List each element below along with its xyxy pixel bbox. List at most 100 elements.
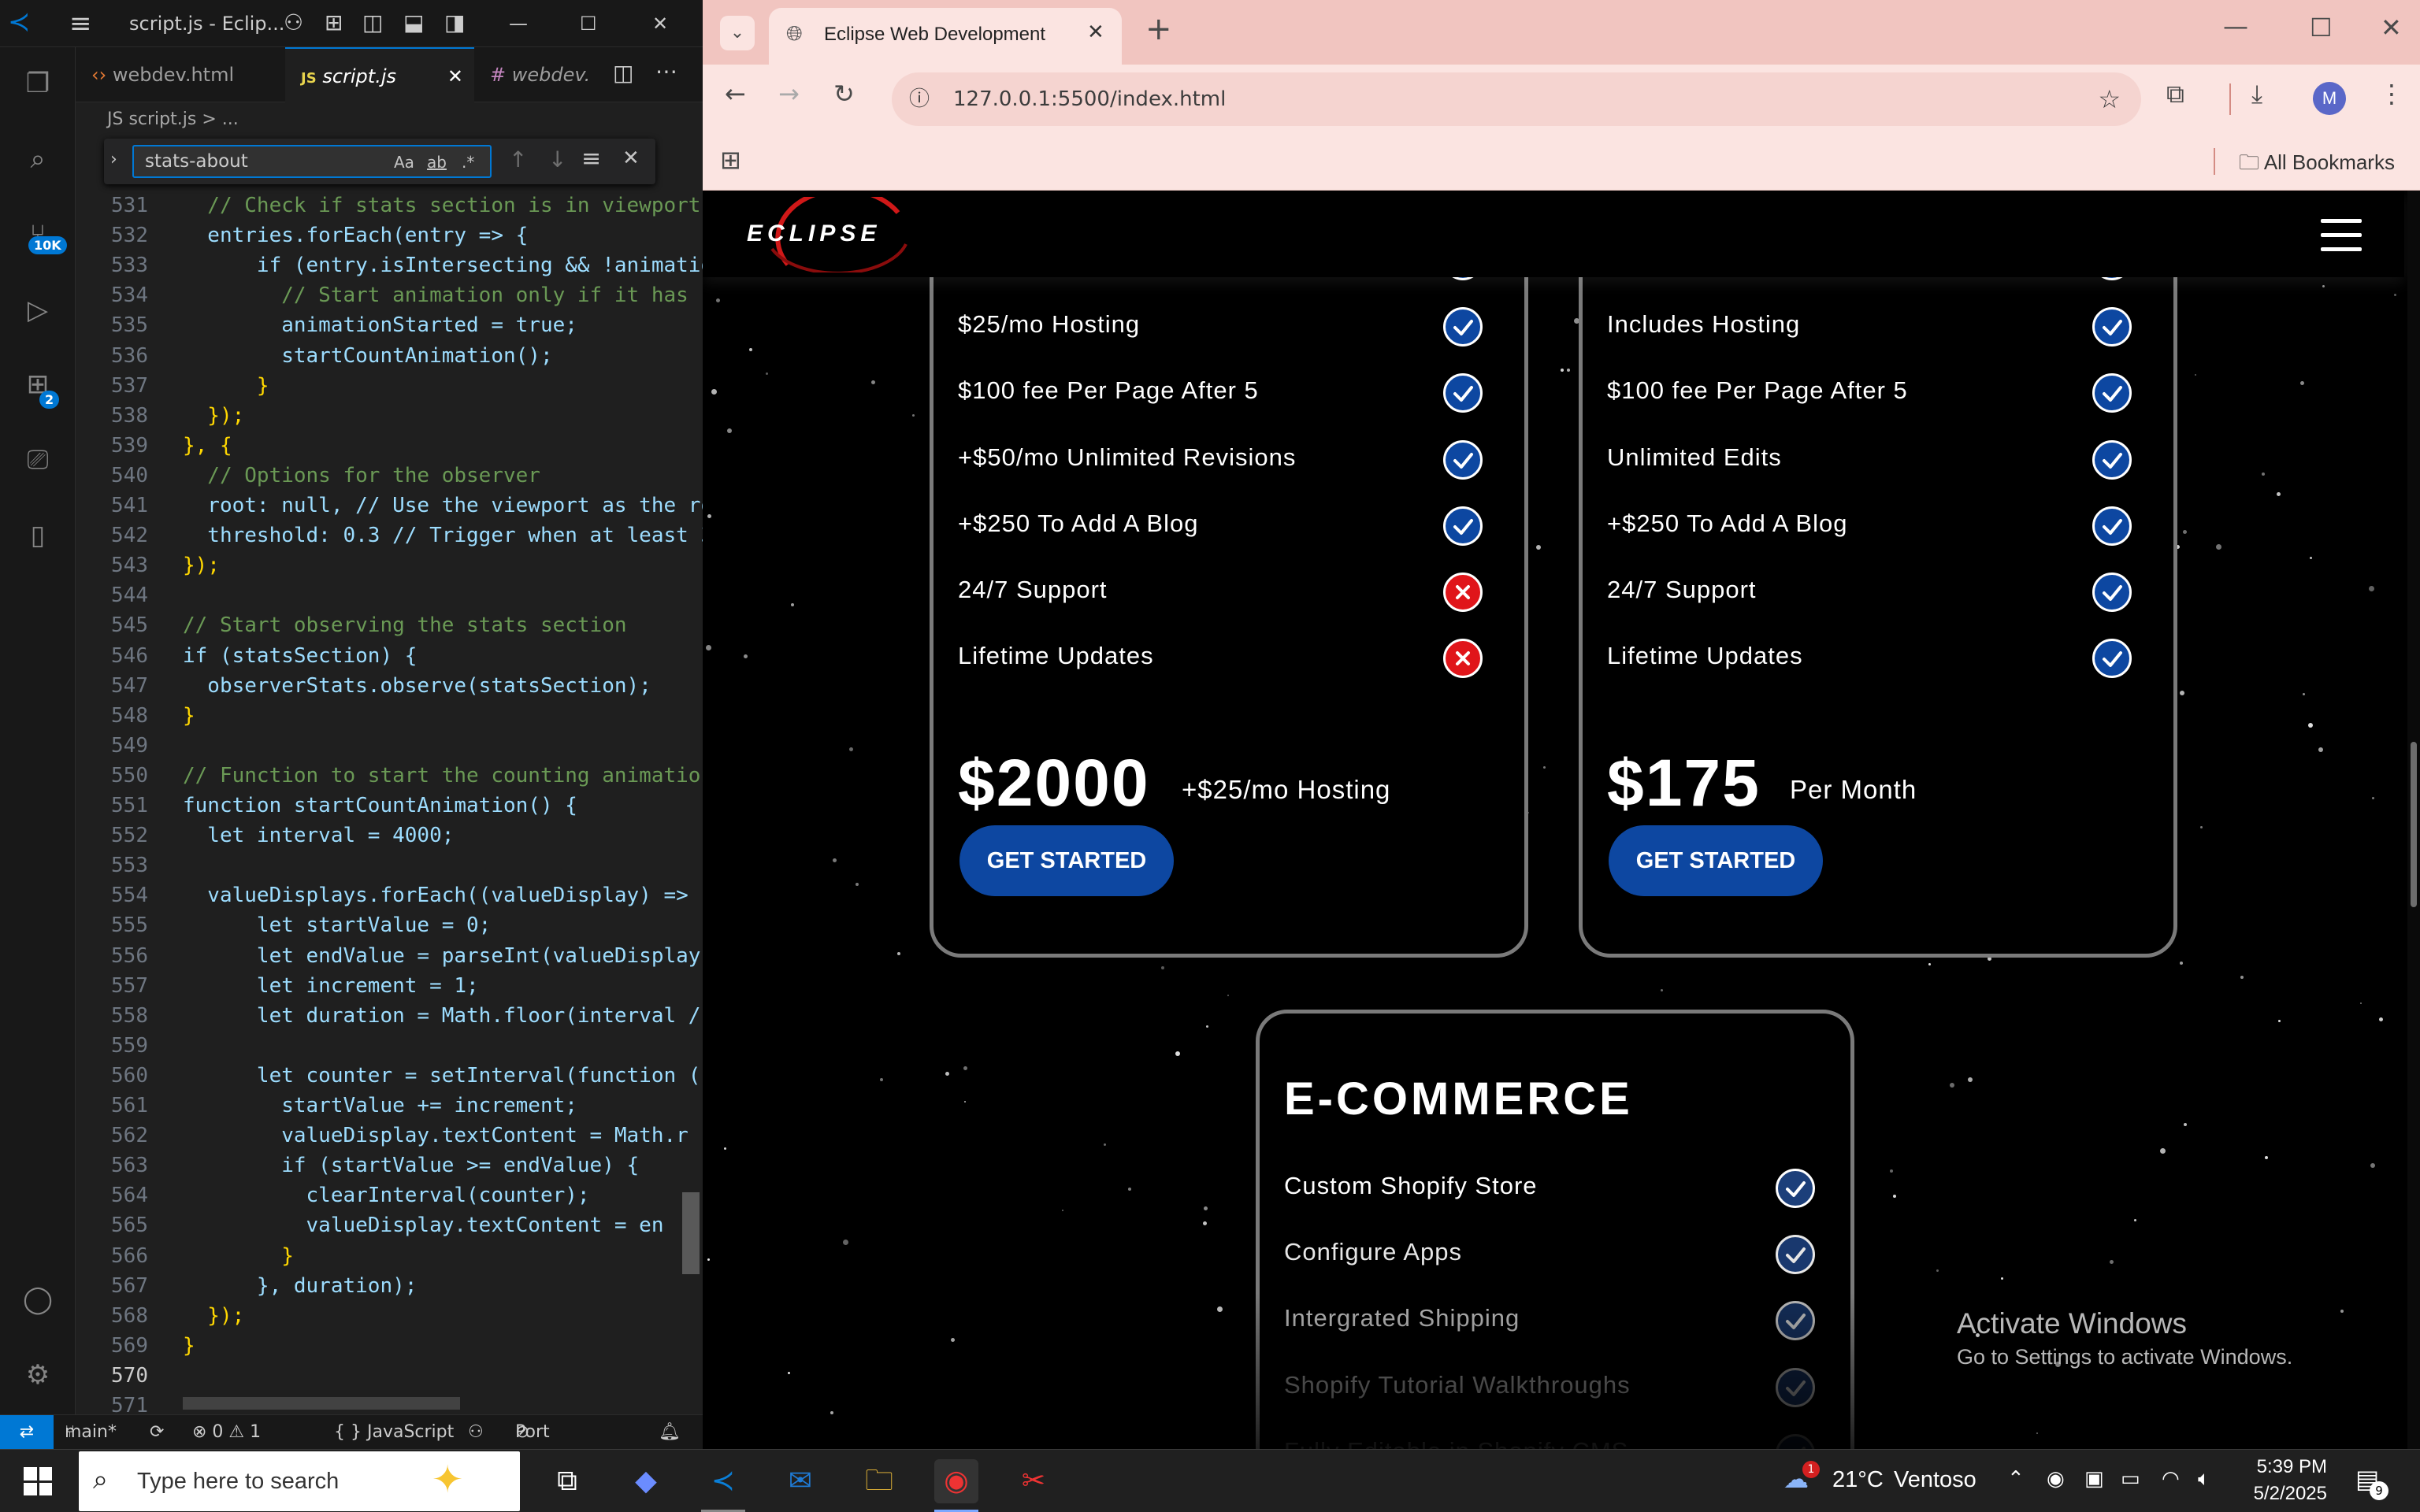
vscode-app-icon[interactable]: ≺ — [701, 1459, 745, 1503]
maximize-icon[interactable]: ☐ — [2310, 13, 2333, 43]
code-line[interactable]: } — [183, 1334, 195, 1358]
all-bookmarks[interactable]: 🗀︎ All Bookmarks — [2239, 148, 2395, 183]
code-line[interactable]: valueDisplay.textContent = en — [183, 1214, 664, 1237]
page-scrollbar-thumb[interactable] — [2411, 742, 2417, 907]
split-editor-icon[interactable]: ◫ — [613, 60, 633, 86]
find-in-selection-icon[interactable]: ≡ — [581, 145, 601, 172]
chrome-menu-icon[interactable]: ⋮ — [2379, 79, 2404, 109]
tab-webdev-html[interactable]: ‹› webdev.html — [76, 47, 285, 102]
clock-time[interactable]: 5:39 PM — [2233, 1456, 2327, 1478]
code-editor[interactable]: 531 // Check if stats section is in view… — [76, 194, 703, 1418]
code-line[interactable]: let startValue = 0; — [183, 914, 491, 937]
code-line[interactable]: // Start animation only if it has — [183, 284, 689, 307]
page-scrollbar[interactable] — [2407, 191, 2420, 1449]
code-line[interactable]: }); — [183, 404, 244, 428]
reload-icon[interactable]: ↻ — [833, 79, 855, 109]
forward-icon[interactable]: → — [778, 79, 800, 109]
minimize-icon[interactable]: — — [509, 13, 528, 35]
battery-icon[interactable]: ▭ — [2121, 1467, 2140, 1491]
toggle-panel-icon[interactable]: ⬓ — [403, 9, 424, 35]
meet-icon[interactable]: ▣ — [2084, 1467, 2104, 1491]
close-tab-icon[interactable]: ✕ — [447, 49, 463, 104]
match-case-option[interactable]: Aa — [394, 153, 414, 172]
chrome-app-icon[interactable]: ◉ — [934, 1459, 978, 1503]
show-hidden-icons[interactable]: ⌃ — [2007, 1467, 2025, 1491]
record-icon[interactable]: ◉ — [2047, 1467, 2065, 1491]
code-line[interactable]: entries.forEach(entry => { — [183, 224, 528, 247]
code-line[interactable]: observerStats.observe(statsSection); — [183, 674, 651, 698]
code-line[interactable]: }, { — [183, 434, 232, 458]
device-icon[interactable]: ▯ — [19, 517, 57, 554]
code-line[interactable]: // Function to start the counting animat… — [183, 764, 703, 788]
previous-match-icon[interactable]: ↑ — [509, 146, 527, 172]
breadcrumb[interactable]: JS script.js > ... — [76, 102, 703, 137]
vscode-logo-icon[interactable]: ≺ — [8, 6, 31, 38]
profile-avatar[interactable]: M — [2313, 82, 2346, 115]
file-explorer-icon[interactable]: 🗀︎ — [857, 1459, 901, 1503]
language-mode[interactable]: { } JavaScript — [334, 1415, 454, 1449]
browser-tab-active[interactable]: 🌐︎ Eclipse Web Development ✕ — [769, 8, 1122, 65]
code-line[interactable]: if (entry.isIntersecting && !animatio — [183, 254, 703, 277]
code-line[interactable]: startCountAnimation(); — [183, 344, 552, 368]
more-actions-icon[interactable]: ⋯ — [655, 58, 677, 84]
remote-explorer-icon[interactable]: ⎚ — [19, 441, 57, 479]
code-line[interactable]: startValue += increment; — [183, 1094, 577, 1117]
accounts-icon[interactable]: ◯ — [19, 1280, 57, 1318]
toggle-sidebar-icon[interactable]: ◫ — [362, 9, 383, 35]
regex-option[interactable]: .* — [462, 153, 474, 172]
close-window-icon[interactable]: ✕ — [2381, 13, 2402, 43]
task-view-icon[interactable]: ⧉ — [545, 1459, 589, 1503]
close-find-icon[interactable]: ✕ — [622, 146, 640, 170]
code-line[interactable]: } — [183, 374, 269, 398]
get-started-button-monthly[interactable]: GET STARTED — [1609, 825, 1823, 896]
close-tab-icon[interactable]: ✕ — [1087, 20, 1104, 44]
code-line[interactable]: animationStarted = true; — [183, 313, 577, 337]
volume-icon[interactable]: 🔈︎ — [2198, 1467, 2210, 1492]
tab-webdev-css[interactable]: # webdev. — [474, 47, 616, 102]
copilot-status-icon[interactable]: ⚇ — [468, 1415, 484, 1449]
chevron-right-icon[interactable]: › — [110, 150, 117, 169]
code-line[interactable]: threshold: 0.3 // Trigger when at least … — [183, 524, 703, 547]
extensions-puzzle-icon[interactable]: ⧉ — [2166, 79, 2184, 109]
toggle-secondary-sidebar-icon[interactable]: ◨ — [444, 9, 465, 35]
whole-word-option[interactable]: ab — [427, 153, 447, 172]
clock-date[interactable]: 5/2/2025 — [2233, 1483, 2327, 1505]
code-line[interactable]: valueDisplay.textContent = Math.r — [183, 1124, 689, 1147]
address-bar[interactable]: ⓘ 127.0.0.1:5500/index.html ☆ — [892, 72, 2141, 126]
settings-gear-icon[interactable]: ⚙ — [19, 1356, 57, 1394]
copilot-app-icon[interactable]: ◆ — [624, 1459, 668, 1503]
copilot-icon[interactable]: ⚇ — [284, 9, 303, 35]
outlook-app-icon[interactable]: ✉ — [778, 1459, 822, 1503]
code-line[interactable]: if (statsSection) { — [183, 644, 417, 668]
taskbar-search[interactable]: ⌕ Type here to search ✦ — [79, 1451, 520, 1511]
code-line[interactable]: let interval = 4000; — [183, 824, 454, 847]
notifications-bell-icon[interactable]: 🔔︎ — [659, 1415, 681, 1449]
code-line[interactable]: if (startValue >= endValue) { — [183, 1154, 639, 1177]
hamburger-menu-icon[interactable] — [2321, 216, 2362, 254]
code-line[interactable]: function startCountAnimation() { — [183, 794, 577, 817]
code-line[interactable]: root: null, // Use the viewport as the r… — [183, 494, 703, 517]
back-icon[interactable]: ← — [725, 79, 746, 109]
site-info-icon[interactable]: ⓘ — [909, 72, 930, 126]
search-icon[interactable]: ⌕ — [19, 140, 57, 178]
code-line[interactable]: let endValue = parseInt(valueDisplay. — [183, 944, 703, 968]
code-line[interactable]: // Start observing the stats section — [183, 613, 627, 637]
new-tab-icon[interactable]: + — [1145, 11, 1172, 47]
tab-search-icon[interactable]: ⌄ — [720, 16, 755, 50]
bookmark-star-icon[interactable]: ☆ — [2098, 72, 2121, 126]
vertical-scrollbar-thumb[interactable] — [682, 1192, 700, 1274]
get-started-button-standard[interactable]: GET STARTED — [959, 825, 1174, 896]
code-line[interactable]: // Options for the observer — [183, 464, 540, 487]
snipping-tool-icon[interactable]: ✂ — [1011, 1459, 1056, 1503]
code-line[interactable]: }); — [183, 554, 220, 577]
code-line[interactable]: let increment = 1; — [183, 974, 479, 998]
maximize-icon[interactable]: ☐ — [580, 13, 597, 35]
code-line[interactable]: } — [183, 1244, 294, 1268]
code-line[interactable]: }, duration); — [183, 1274, 418, 1298]
code-line[interactable]: }); — [183, 1304, 244, 1328]
code-line[interactable]: valueDisplays.forEach((valueDisplay) => … — [183, 884, 703, 907]
code-line[interactable]: // Check if stats section is in viewport — [183, 194, 700, 217]
close-window-icon[interactable]: ✕ — [652, 13, 668, 35]
minimize-icon[interactable]: — — [2223, 11, 2248, 41]
layout-customize-icon[interactable]: ⊞ — [325, 9, 343, 35]
